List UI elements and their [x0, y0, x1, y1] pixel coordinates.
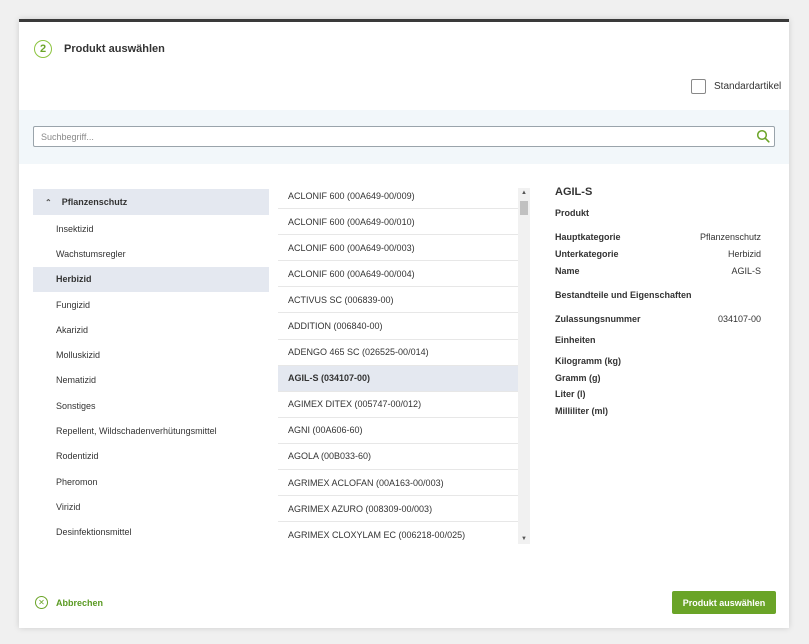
- dialog-title: Produkt auswählen: [64, 43, 165, 55]
- product-list-item[interactable]: AGRIMEX ACLOFAN (00A163-00/003): [278, 470, 518, 497]
- product-details: AGIL-S Produkt Hauptkategorie Pflanzensc…: [555, 186, 761, 419]
- chevron-up-icon: ⌃: [45, 197, 52, 207]
- unit-item: Liter (l): [555, 389, 586, 400]
- search-box: [33, 126, 775, 147]
- product-list-item[interactable]: ACLONIF 600 (00A649-00/003): [278, 235, 518, 262]
- product-list-scrollbar[interactable]: ▲ ▼: [518, 188, 530, 544]
- details-value: AGIL-S: [731, 265, 761, 276]
- unit-item: Kilogramm (kg): [555, 356, 622, 367]
- details-value: 034107-00: [717, 313, 761, 324]
- details-key: Unterkategorie: [555, 248, 619, 259]
- details-key: Hauptkategorie: [555, 231, 621, 242]
- category-item[interactable]: Herbizid: [33, 266, 269, 292]
- details-title: AGIL-S: [555, 186, 593, 198]
- category-item[interactable]: Virizid: [33, 494, 269, 519]
- category-tree: ⌃ Pflanzenschutz Insektizid Wachstumsregl…: [33, 189, 269, 545]
- category-item[interactable]: Nematizid: [33, 368, 269, 393]
- details-key: Name: [555, 265, 580, 276]
- scroll-down-arrow-icon[interactable]: ▼: [518, 534, 530, 544]
- category-parent-label: Pflanzenschutz: [61, 197, 128, 207]
- details-row-zulassung: Zulassungsnummer 034107-00: [555, 310, 761, 327]
- category-item[interactable]: Desinfektionsmittel: [33, 520, 269, 545]
- product-list-item[interactable]: ACTIVUS SC (006839-00): [278, 287, 518, 314]
- unit-item: Milliliter (ml): [555, 405, 609, 416]
- details-section-properties: Bestandteile und Eigenschaften: [555, 290, 692, 300]
- category-item[interactable]: Pheromon: [33, 469, 269, 494]
- standard-article-checkbox[interactable]: [691, 79, 706, 94]
- unit-item: Gramm (g): [555, 372, 601, 383]
- details-section-product: Produkt: [555, 208, 590, 218]
- details-value: Herbizid: [727, 248, 761, 259]
- product-list-item[interactable]: ACLONIF 600 (00A649-00/004): [278, 261, 518, 288]
- details-value: Pflanzenschutz: [699, 231, 761, 242]
- cancel-label: Abbrechen: [56, 597, 104, 608]
- cancel-button[interactable]: ✕ Abbrechen: [35, 596, 103, 609]
- product-list-item[interactable]: ACLONIF 600 (00A649-00/010): [278, 209, 518, 236]
- category-item[interactable]: Wachstumsregler: [33, 241, 269, 266]
- category-item[interactable]: Insektizid: [33, 216, 269, 241]
- close-circle-icon: ✕: [35, 596, 48, 609]
- category-item[interactable]: Repellent, Wildschadenverhütungsmittel: [33, 418, 269, 443]
- category-item[interactable]: Sonstiges: [33, 393, 269, 418]
- category-item[interactable]: Molluskizid: [33, 342, 269, 367]
- step-number-badge: 2: [34, 40, 52, 58]
- search-input[interactable]: [34, 127, 734, 146]
- details-row-hauptkategorie: Hauptkategorie Pflanzenschutz: [555, 228, 761, 245]
- product-list-item[interactable]: AGIMEX DITEX (005747-00/012): [278, 392, 518, 418]
- category-item[interactable]: Fungizid: [33, 292, 269, 317]
- product-list-item[interactable]: ADDITION (006840-00): [278, 313, 518, 340]
- product-list: ACLONIF 600 (00A649-00/009) ACLONIF 600 (…: [278, 183, 518, 544]
- product-list-item[interactable]: AGIL-S (034107-00): [278, 365, 518, 392]
- scroll-thumb[interactable]: [520, 201, 528, 215]
- product-list-item[interactable]: AGOLA (00B033-60): [278, 444, 518, 471]
- details-row-unterkategorie: Unterkategorie Herbizid: [555, 245, 761, 262]
- details-key: Zulassungsnummer: [555, 313, 641, 324]
- details-row-name: Name AGIL-S: [555, 262, 761, 279]
- product-list-item[interactable]: ADENGO 465 SC (026525-00/014): [278, 340, 518, 366]
- category-parent[interactable]: ⌃ Pflanzenschutz: [33, 189, 269, 215]
- category-item[interactable]: Rodentizid: [33, 444, 269, 469]
- standard-article-label: Standardartikel: [714, 81, 782, 92]
- product-list-item[interactable]: AGRIMEX CLOXYLAM EC (006218-00/025): [278, 522, 518, 544]
- dialog-header: 2 Produkt auswählen Standardartikel: [19, 22, 789, 107]
- search-icon[interactable]: [756, 129, 770, 143]
- product-list-item[interactable]: ACLONIF 600 (00A649-00/009): [278, 183, 518, 210]
- details-section-units: Einheiten: [555, 335, 596, 345]
- scroll-up-arrow-icon[interactable]: ▲: [518, 188, 530, 198]
- standard-article-toggle[interactable]: Standardartikel: [691, 79, 781, 94]
- category-item[interactable]: Akarizid: [33, 317, 269, 342]
- select-product-button[interactable]: Produkt auswählen: [672, 591, 776, 614]
- search-bar-area: [19, 110, 789, 164]
- product-list-item[interactable]: AGNI (00A606-60): [278, 418, 518, 444]
- product-select-dialog: 2 Produkt auswählen Standardartikel ⌃ Pf…: [19, 19, 789, 628]
- product-list-item[interactable]: AGRIMEX AZURO (008309-00/003): [278, 496, 518, 523]
